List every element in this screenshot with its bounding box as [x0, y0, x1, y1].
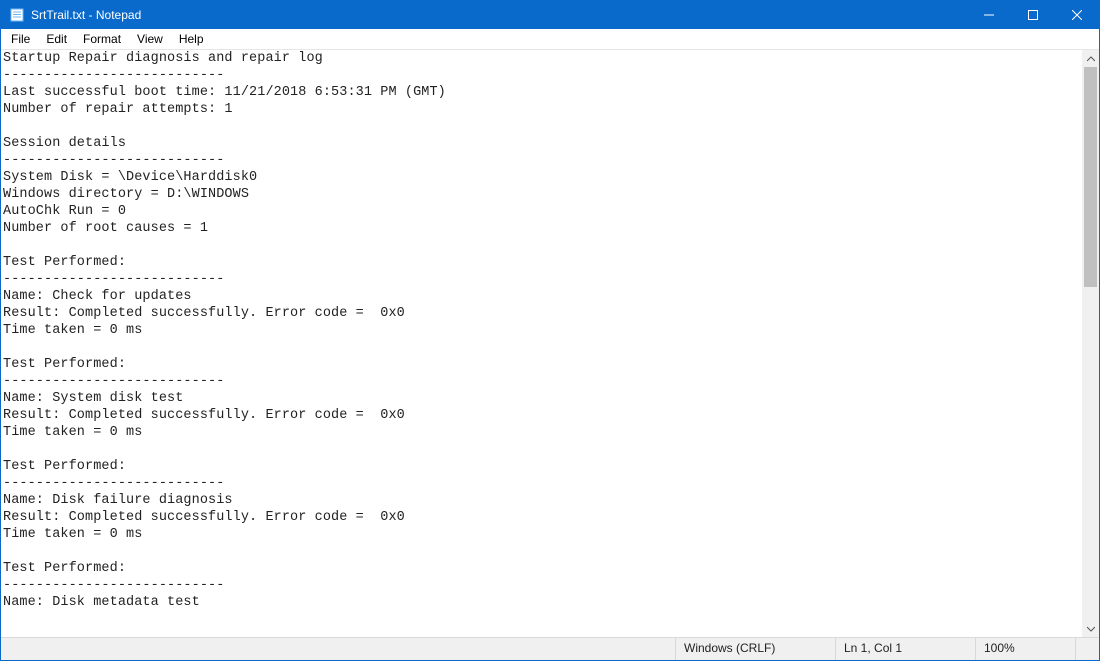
minimize-icon — [984, 10, 994, 20]
resize-grip[interactable] — [1075, 638, 1099, 660]
menu-view[interactable]: View — [129, 30, 171, 48]
statusbar: Windows (CRLF) Ln 1, Col 1 100% — [1, 637, 1099, 660]
menu-file[interactable]: File — [3, 30, 38, 48]
menu-format[interactable]: Format — [75, 30, 129, 48]
menu-help[interactable]: Help — [171, 30, 212, 48]
notepad-window: SrtTrail.txt - Notepad File Edit Format … — [0, 0, 1100, 661]
minimize-button[interactable] — [967, 1, 1011, 29]
editor-area: Startup Repair diagnosis and repair log … — [1, 50, 1099, 637]
scroll-thumb[interactable] — [1084, 67, 1097, 287]
status-encoding: Windows (CRLF) — [675, 638, 835, 660]
titlebar[interactable]: SrtTrail.txt - Notepad — [1, 1, 1099, 29]
menubar: File Edit Format View Help — [1, 29, 1099, 50]
scroll-down-button[interactable] — [1082, 620, 1099, 637]
vertical-scrollbar[interactable] — [1082, 50, 1099, 637]
scroll-up-button[interactable] — [1082, 50, 1099, 67]
notepad-icon — [9, 7, 25, 23]
status-spacer — [1, 638, 675, 660]
maximize-icon — [1028, 10, 1038, 20]
chevron-down-icon — [1087, 625, 1095, 633]
menu-edit[interactable]: Edit — [38, 30, 75, 48]
scroll-track[interactable] — [1082, 67, 1099, 620]
close-icon — [1072, 10, 1082, 20]
status-zoom: 100% — [975, 638, 1075, 660]
maximize-button[interactable] — [1011, 1, 1055, 29]
window-title: SrtTrail.txt - Notepad — [31, 8, 141, 22]
close-button[interactable] — [1055, 1, 1099, 29]
status-position: Ln 1, Col 1 — [835, 638, 975, 660]
chevron-up-icon — [1087, 55, 1095, 63]
text-content[interactable]: Startup Repair diagnosis and repair log … — [1, 50, 1082, 637]
